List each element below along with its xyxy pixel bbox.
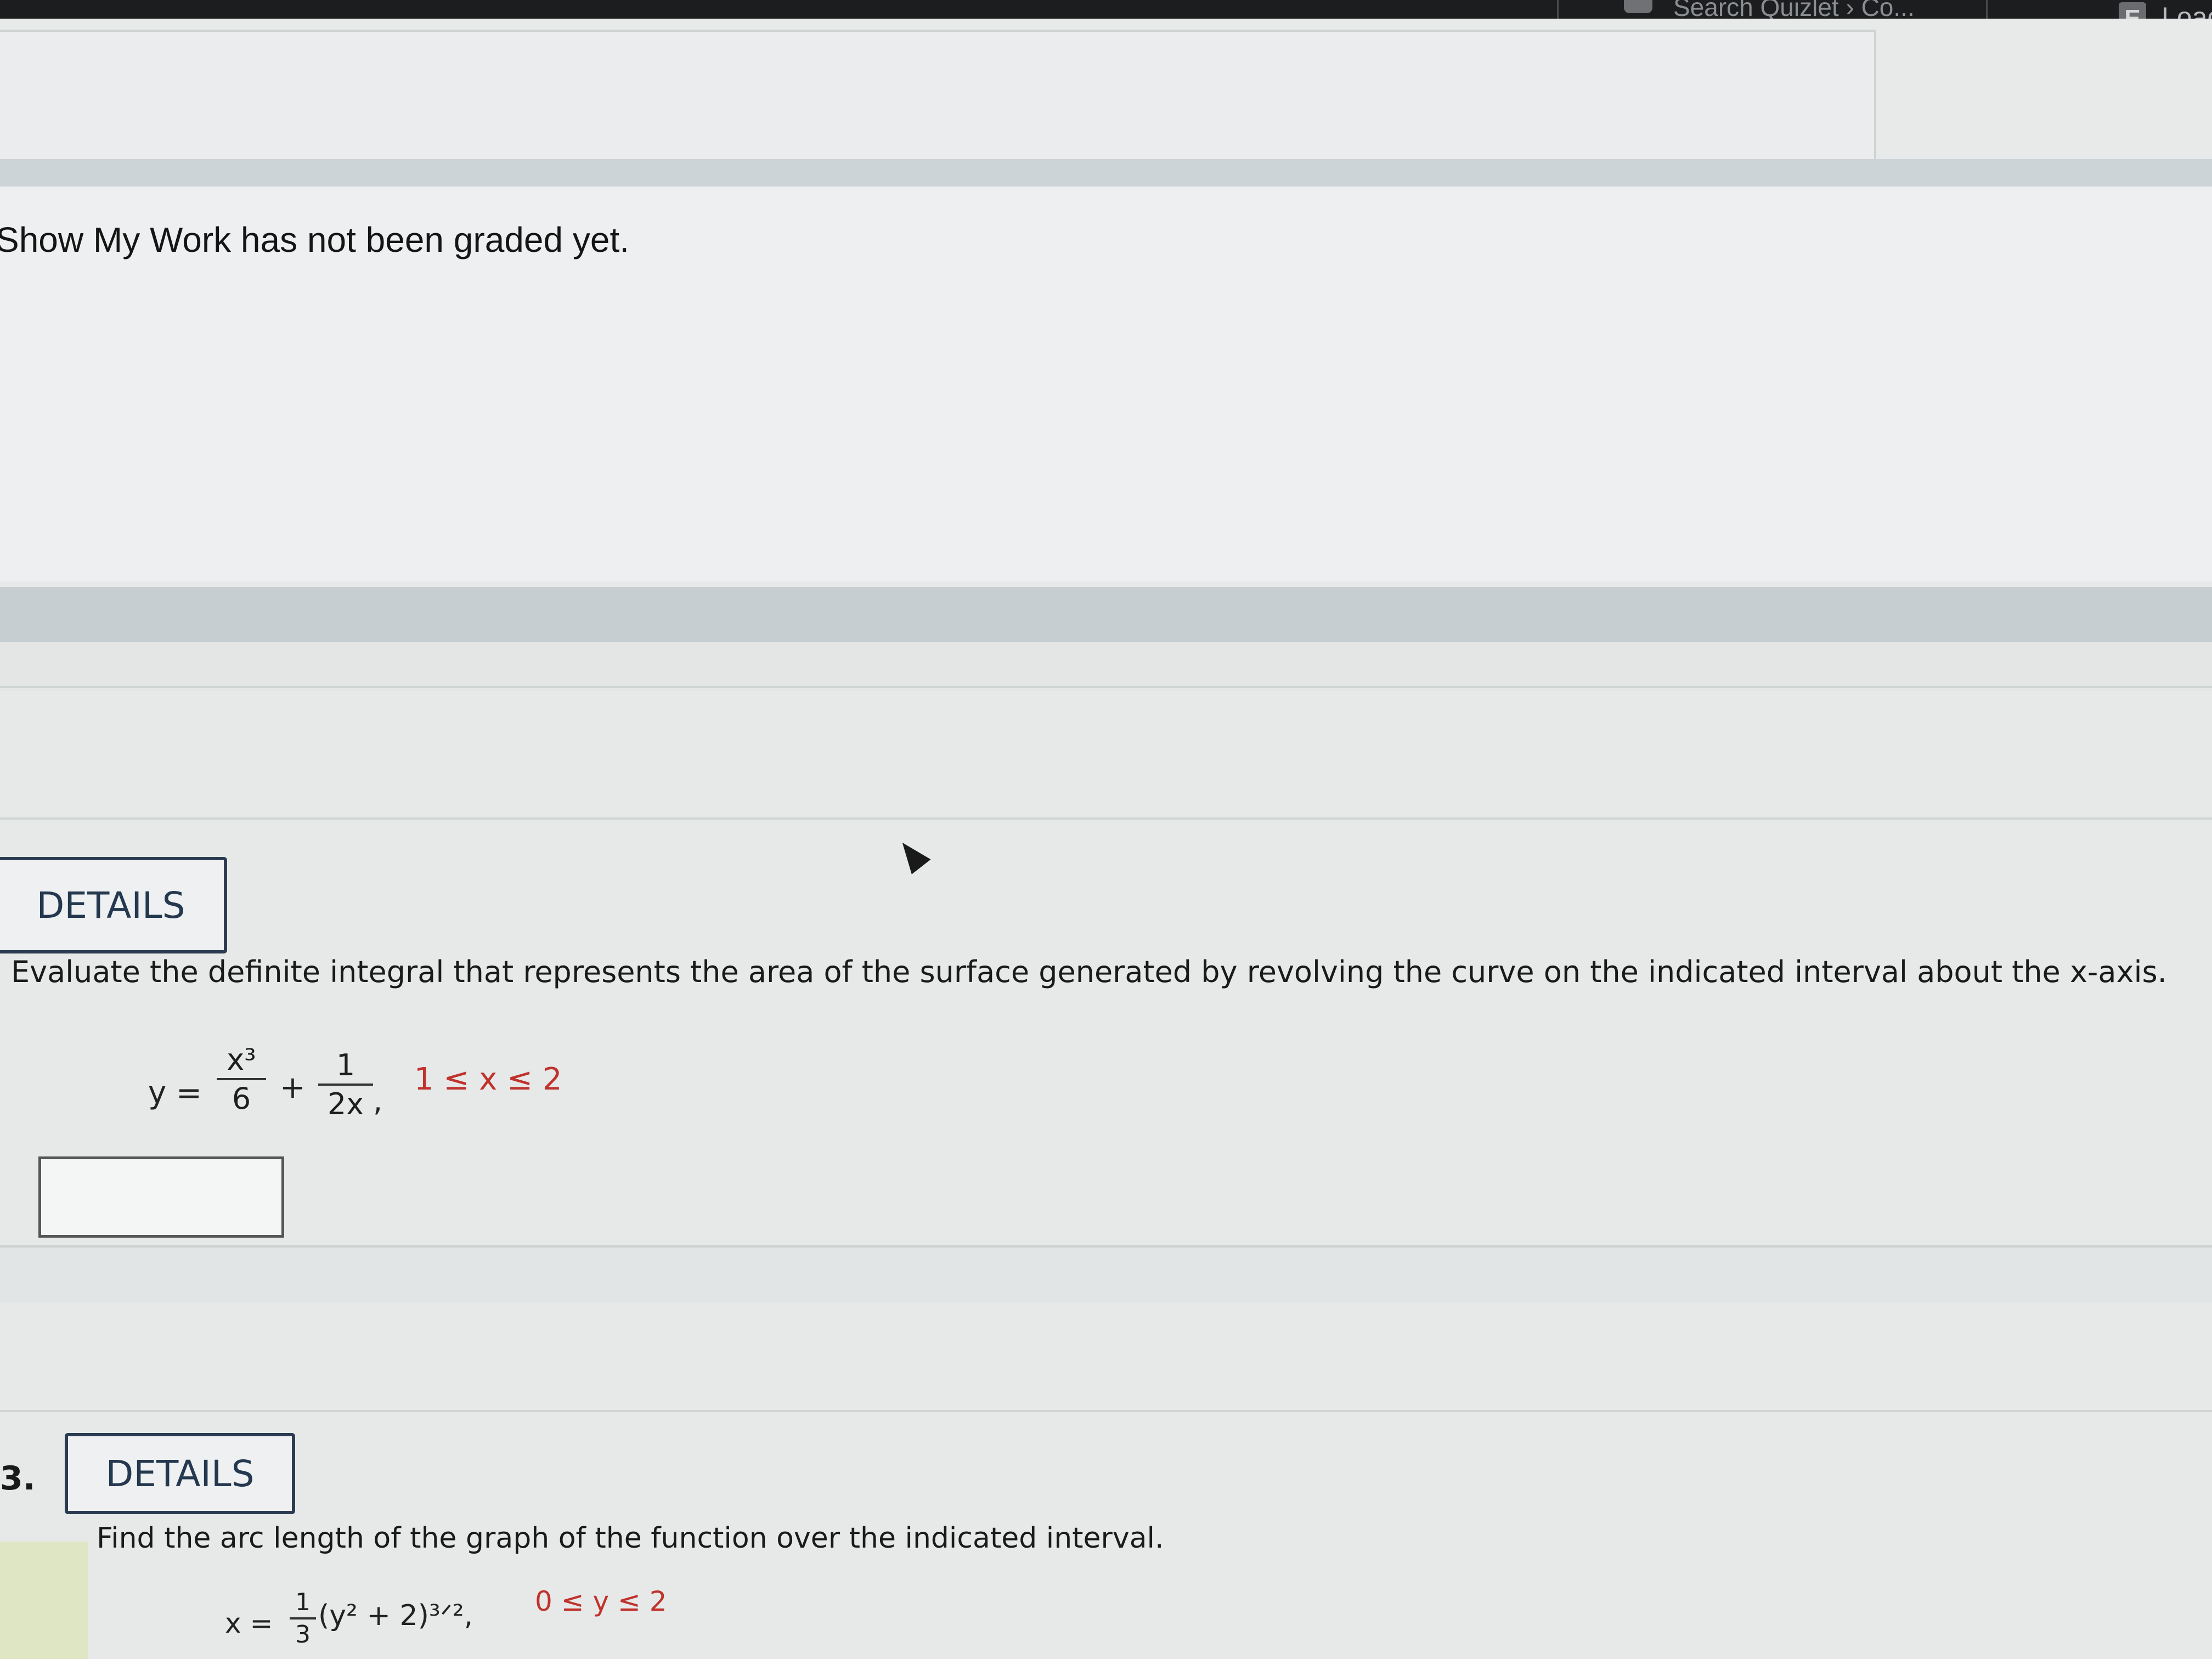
divider-line	[0, 1410, 2212, 1412]
fraction-numerator: x³	[227, 1042, 256, 1077]
question-bottom-border	[0, 1245, 2212, 1302]
browser-top-bar: Search Quizlet › Co... E Loac	[0, 0, 2212, 35]
fraction-denominator: 6	[232, 1081, 251, 1116]
fraction-denominator: 3	[295, 1621, 311, 1649]
search-icon[interactable]	[1624, 0, 1652, 13]
show-my-work-textarea[interactable]	[0, 30, 1876, 172]
answer-input[interactable]	[38, 1156, 284, 1238]
tab-separator	[1986, 0, 1988, 19]
fraction-numerator: 1	[336, 1048, 356, 1082]
comma: ,	[373, 1084, 383, 1118]
divider-line	[0, 686, 2212, 688]
interval: 1 ≤ x ≤ 2	[414, 1062, 562, 1097]
equation-lhs: x =	[225, 1607, 273, 1639]
fraction-bar	[318, 1084, 373, 1086]
question-margin-tint	[0, 1542, 88, 1659]
plus-sign: +	[280, 1070, 306, 1105]
fraction-numerator: 1	[295, 1588, 311, 1616]
fraction-bar	[290, 1617, 316, 1620]
question-prompt: Find the arc length of the graph of the …	[97, 1522, 1164, 1555]
details-button[interactable]: DETAILS	[0, 857, 227, 953]
equation-lhs: y =	[148, 1075, 202, 1111]
question-prompt: Evaluate the definite integral that repr…	[11, 955, 2167, 989]
question-number: 3.	[0, 1459, 36, 1498]
interval: 0 ≤ y ≤ 2	[535, 1585, 667, 1617]
show-my-work-status: Show My Work has not been graded yet.	[0, 220, 629, 259]
details-button[interactable]: DETAILS	[65, 1433, 295, 1514]
section-divider	[0, 587, 2212, 642]
tab-separator	[1557, 0, 1559, 19]
previous-answer-panel	[0, 19, 2212, 183]
spacer	[0, 642, 2212, 691]
details-label: DETAILS	[36, 884, 185, 927]
fraction-bar	[217, 1078, 266, 1080]
mouse-cursor-icon	[893, 835, 931, 874]
divider-line	[0, 817, 2212, 820]
fraction: 1 3	[290, 1588, 316, 1649]
fraction: 1 2x	[318, 1048, 373, 1121]
equation-body: (y² + 2)³ᐟ²,	[318, 1599, 473, 1632]
fraction-denominator: 2x	[327, 1087, 364, 1121]
details-label: DETAILS	[105, 1452, 255, 1495]
fraction: x³ 6	[217, 1042, 266, 1116]
